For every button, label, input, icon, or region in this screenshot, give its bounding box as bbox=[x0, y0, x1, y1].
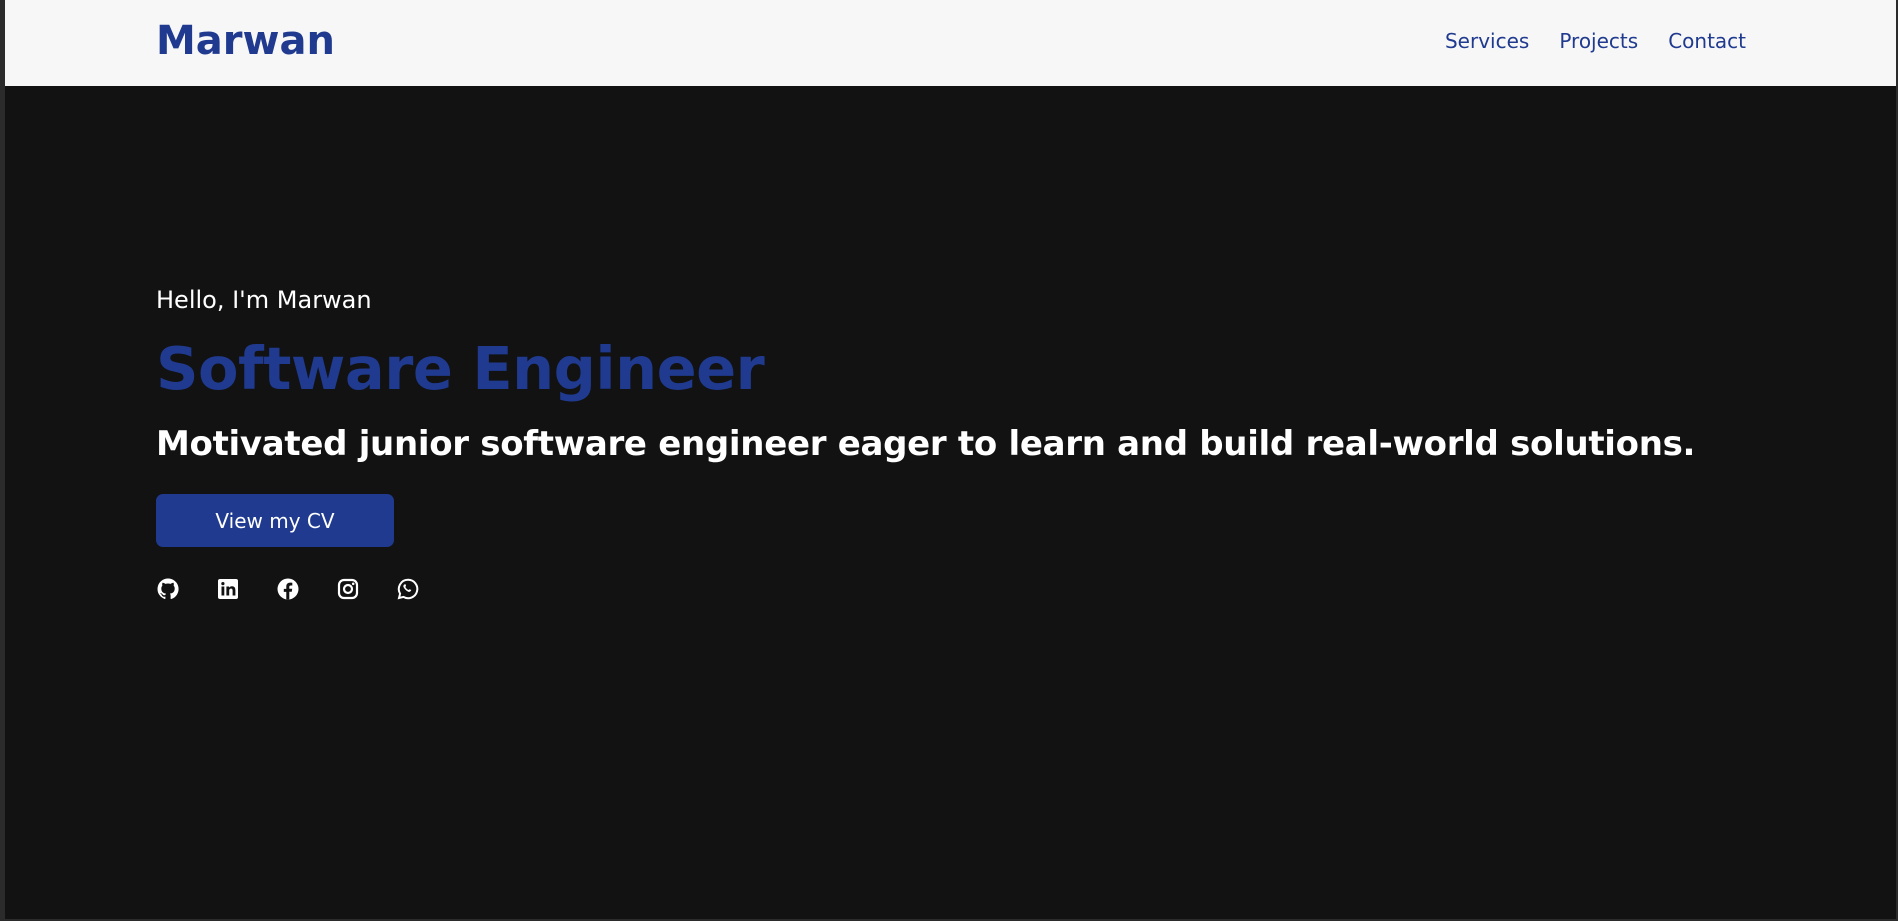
hero-section: Hello, I'm Marwan Software Engineer Moti… bbox=[156, 283, 1695, 601]
nav-links: Services Projects Contact bbox=[1445, 27, 1746, 55]
nav-link-services[interactable]: Services bbox=[1445, 27, 1529, 55]
hero-greeting: Hello, I'm Marwan bbox=[156, 286, 372, 314]
view-cv-button[interactable]: View my CV bbox=[156, 494, 394, 547]
facebook-icon[interactable] bbox=[276, 577, 300, 601]
nav-link-projects[interactable]: Projects bbox=[1559, 27, 1638, 55]
instagram-icon[interactable] bbox=[336, 577, 360, 601]
whatsapp-icon[interactable] bbox=[396, 577, 420, 601]
github-icon[interactable] bbox=[156, 577, 180, 601]
linkedin-icon[interactable] bbox=[216, 577, 240, 601]
nav-link-contact[interactable]: Contact bbox=[1668, 27, 1746, 55]
social-links bbox=[156, 577, 1695, 601]
hero-headline: Software Engineer bbox=[156, 334, 765, 403]
page-frame: Marwan Services Projects Contact Hello, … bbox=[5, 0, 1896, 919]
hero-tagline: Motivated junior software engineer eager… bbox=[156, 424, 1696, 464]
brand-logo[interactable]: Marwan bbox=[156, 18, 335, 64]
navbar: Marwan Services Projects Contact bbox=[5, 0, 1896, 86]
